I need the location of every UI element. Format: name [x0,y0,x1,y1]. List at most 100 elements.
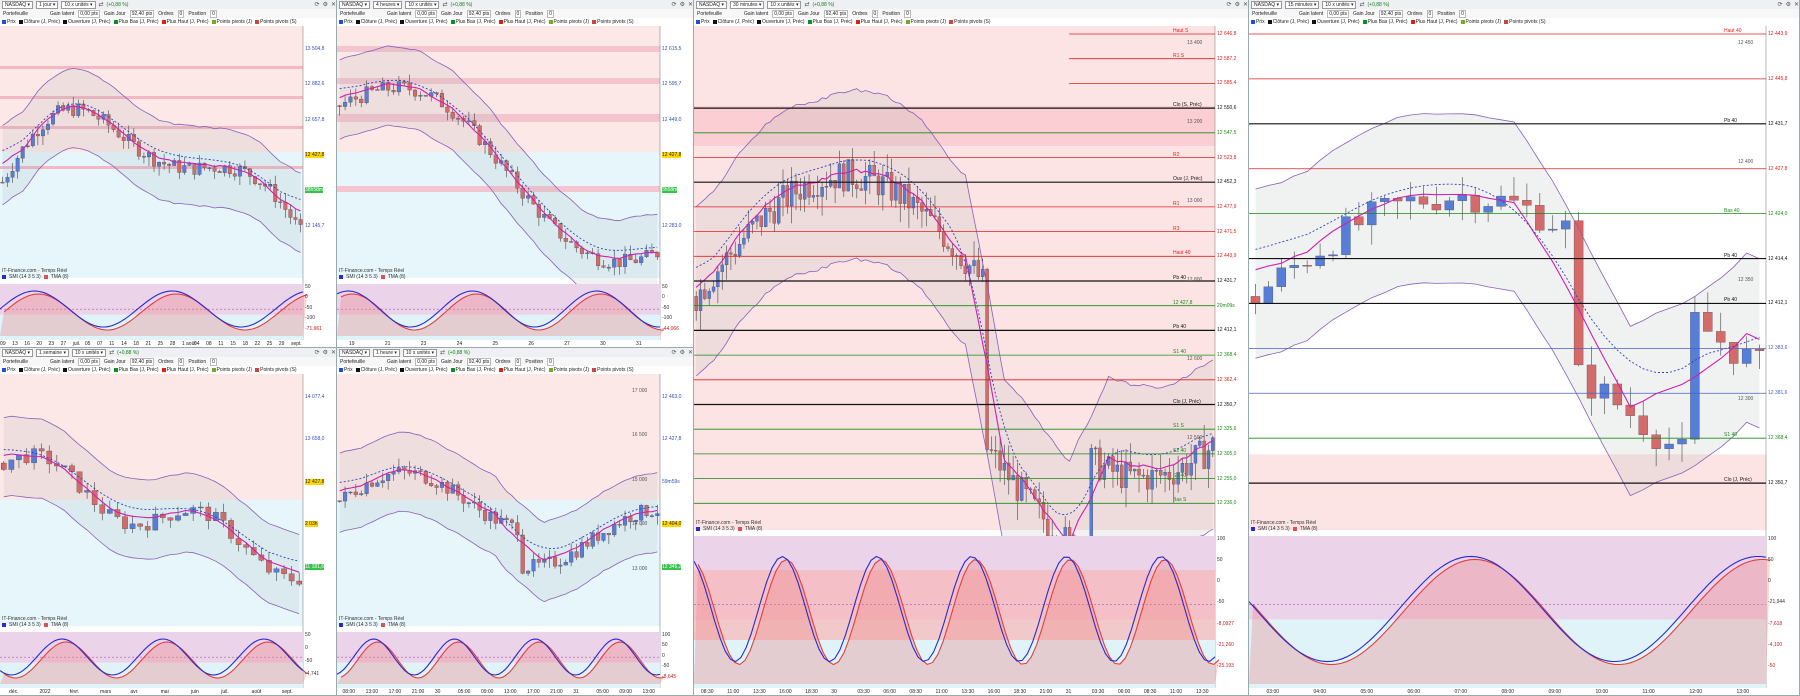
y-tick-label: 14 000 [632,521,648,528]
chart-canvas[interactable] [694,0,1249,696]
pivot-value: 12 350,7 [1217,401,1237,408]
x-tick-label: 11:00 [935,689,948,695]
x-tick-label: 16:00 [779,689,792,695]
pivot-value: 20m09s [1217,302,1235,309]
oscillator-value: 50 [1217,557,1223,564]
x-tick-label: 08:00 [342,689,356,695]
x-tick-label: 19 [348,341,355,347]
pivot-value: 12 325,6 [1217,426,1237,433]
legend-label[interactable]: SMI (14 3 5 3) [346,274,378,280]
pivot-value: 12 443,9 [1217,253,1237,260]
oscillator-legend: SMI (14 3 5 3) TMA (8) [339,274,405,280]
x-tick-label: 09:00 [480,689,494,695]
oscillator-value: 100 [662,632,671,638]
x-tick-label: 18 [133,341,139,347]
legend-swatch [43,623,48,627]
oscillator-value: -71,961 [305,325,322,332]
legend-label[interactable]: TMA (8) [51,274,69,280]
x-tick-label: 05:00 [1360,689,1374,695]
x-tick-label: 11:00 [1642,689,1655,695]
pivot-value: 12 383,6 [1768,345,1788,352]
legend-label[interactable]: TMA (8) [388,274,406,280]
oscillator-value: -50 [1768,662,1776,669]
pivot-name: Clo (J, Préc) [1724,477,1752,484]
legend-label[interactable]: TMA (8) [51,622,69,628]
x-tick-label: 31 [636,341,642,347]
y-tick-label: 12 800 [1187,277,1203,283]
oscillator-value: 50 [305,284,311,290]
pivot-name: Haut 40 [1724,28,1742,34]
legend-swatch [1292,527,1297,531]
x-tick-label: 30 [434,689,441,695]
y-tick-label: 12 600 [1187,356,1203,362]
price-axis [660,374,693,688]
price-label: 11 181,6 [305,563,325,570]
legend-label[interactable]: TMA (8) [1300,526,1318,532]
x-tick-label: 11 [109,341,115,347]
legend-swatch [1251,527,1255,531]
oscillator-value: 0 [662,652,665,659]
x-tick-label: juil. [221,689,229,695]
chart-panel-daily: NASDAQ ▾ 1 jour ▾ 10 x unités ▾ ⇄ (+0,88 %) ⟳… [0,0,337,348]
chart-panel-weekly: NASDAQ ▾ 1 semaine ▾ 10 x unités ▾ ⇄ (+0,88 … [0,348,337,696]
y-tick-label: 12 450 [1738,40,1754,46]
pivot-name: R1 [1173,200,1180,207]
x-tick-label: 27 [60,341,67,347]
pivot-value: 12 255,0 [1217,475,1237,482]
chart-canvas[interactable] [0,0,337,348]
x-tick-label: 03:30 [1091,689,1105,695]
pivot-name: Ouv (J, Préc) [1173,176,1203,183]
x-tick-label: 14 [121,341,127,347]
x-tick-label: févr. [69,689,80,695]
oscillator-value: 100 [1768,536,1777,542]
pivot-value: 12 471,5 [1217,228,1237,235]
x-tick-label: 09 [0,341,6,347]
legend-label[interactable]: SMI (14 3 5 3) [703,526,735,532]
x-tick-label: août [251,689,262,695]
oscillator-value: 50 [305,632,311,638]
oscillator-value: -7,618 [1768,620,1783,627]
pivot-name: S1 S [1173,423,1184,430]
oscillator-value: -100 [662,315,673,322]
pivot-value: 12 350,7 [1768,480,1788,487]
legend-label[interactable]: SMI (14 3 5 3) [9,622,41,628]
y-tick-label: 17 000 [632,388,648,394]
chart-panel-m30: NASDAQ ▾ 30 minutes ▾ 10 x unités ▾ ⇄ (+0,88… [694,0,1249,696]
oscillator-legend: SMI (14 3 5 3) TMA (8) [2,622,68,628]
legend-label[interactable]: SMI (14 3 5 3) [346,622,378,628]
x-tick-label: 21:00 [1039,689,1053,695]
x-tick-label: 03:00 [1266,689,1280,695]
pivot-name: Pb 40 [1724,297,1738,304]
oscillator-value: 50 [1768,557,1774,564]
chart-canvas[interactable] [337,0,694,348]
legend-label[interactable]: TMA (8) [745,526,763,532]
legend-label[interactable]: SMI (14 3 5 3) [1258,526,1290,532]
x-tick-label: 25 [492,341,499,347]
x-tick-label: 13:00 [365,689,379,695]
oscillator-value: 100 [1217,536,1226,542]
x-tick-label: 08:00 [1501,689,1515,695]
y-tick-label: 13 400 [1187,40,1203,46]
x-tick-label: 11:00 [1169,689,1183,695]
pivot-value: 12 443,9 [1768,31,1788,37]
pivot-name: S3 40 [1173,472,1187,479]
chart-canvas[interactable] [0,348,337,696]
legend-swatch [2,623,6,627]
chart-canvas[interactable] [1249,0,1800,696]
legend-label[interactable]: SMI (14 3 5 3) [9,274,41,280]
pivot-name: R3 [1173,225,1180,232]
x-tick-label: 03:30 [857,689,870,695]
pivot-value: 12 305,0 [1217,450,1237,457]
legend-swatch [737,527,742,531]
x-tick-label: 18 [242,341,249,347]
legend-label[interactable]: TMA (8) [388,622,406,628]
oscillator-legend: SMI (14 3 5 3) TMA (8) [2,274,68,280]
oscillator-value: -50 [305,304,313,311]
x-tick-label: 08:30 [909,689,922,695]
x-tick-label: 12:00 [1689,689,1703,695]
price-label: 13 504,8 [305,46,325,52]
price-label: 2 03h [305,521,318,528]
pivot-value: 12 412,1 [1217,327,1237,334]
x-tick-label: 05:00 [596,689,609,695]
price-axis [303,374,336,688]
